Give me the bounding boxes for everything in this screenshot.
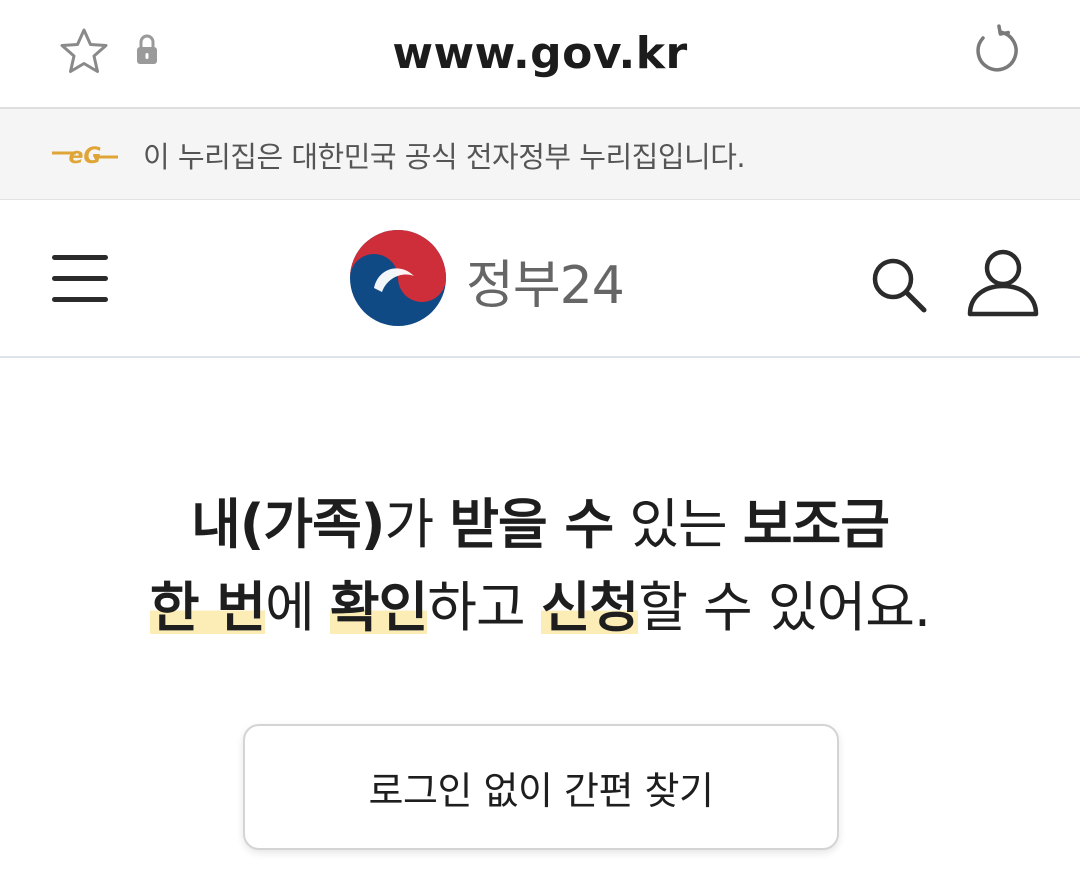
hero-text-highlight: 확인 [329, 576, 428, 639]
hero-text-bold: 내(가족) [191, 493, 385, 556]
site-header: 정부24 [0, 200, 1080, 358]
search-icon[interactable] [868, 254, 930, 316]
hero-text: 가 [384, 493, 450, 556]
hero-text: 하고 [427, 576, 541, 639]
brand-name[interactable]: 정부24 [466, 240, 625, 320]
hero-headline-line-1: 내(가족)가 받을 수 있는 보조금 [0, 490, 1080, 560]
hero-text-bold: 보조금 [742, 493, 890, 556]
hero-headline-line-2: 한 번에 확인하고 신청할 수 있어요. [0, 573, 1080, 643]
browser-address-bar: www.gov.kr [0, 0, 1080, 109]
hero-text-highlight: 신청 [540, 576, 639, 639]
banner-text: 이 누리집은 대한민국 공식 전자정부 누리집입니다. [143, 139, 746, 174]
egov-logo-icon: eG [52, 144, 118, 169]
url-text[interactable]: www.gov.kr [0, 0, 1080, 106]
quick-find-button[interactable]: 로그인 없이 간편 찾기 [243, 724, 839, 850]
hero-text-highlight: 한 번 [149, 576, 266, 639]
hero-text: 있는 [613, 493, 743, 556]
reload-icon[interactable] [970, 24, 1022, 76]
user-icon[interactable] [965, 248, 1041, 318]
hero-text: 에 [265, 576, 330, 639]
hero-text-bold: 받을 수 [449, 493, 614, 556]
egov-logo-text: eG [69, 144, 102, 169]
hero-text: 할 수 있어요. [638, 576, 931, 639]
menu-icon[interactable] [52, 252, 108, 306]
quick-find-label: 로그인 없이 간편 찾기 [368, 768, 714, 813]
official-site-banner: eG 이 누리집은 대한민국 공식 전자정부 누리집입니다. [0, 109, 1080, 200]
taeguk-logo-icon[interactable] [348, 228, 448, 328]
